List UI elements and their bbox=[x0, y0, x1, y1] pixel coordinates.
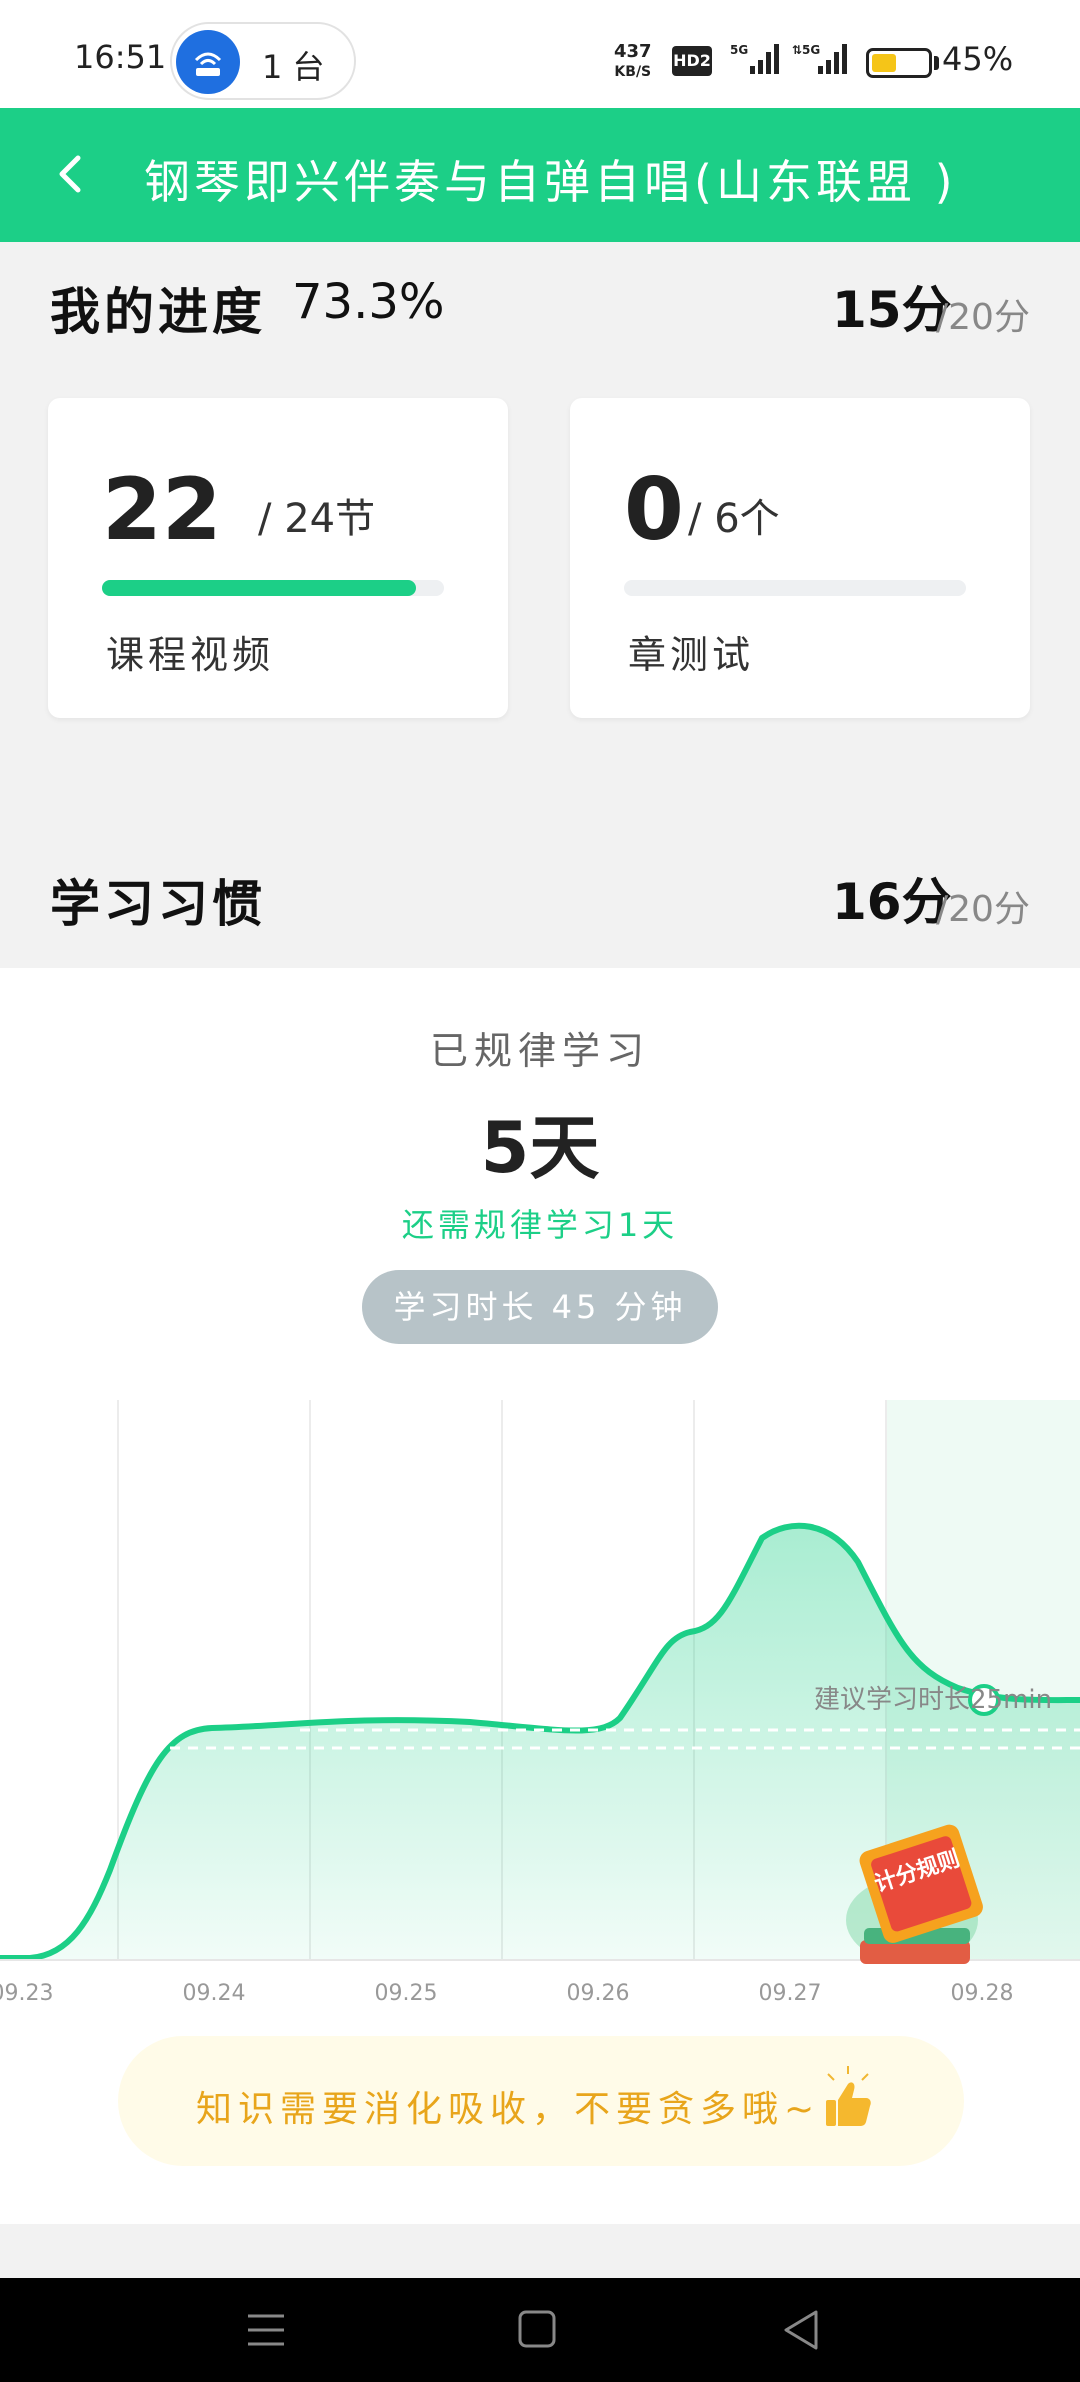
video-label: 课程视频 bbox=[106, 633, 275, 677]
page-title: 钢琴即兴伴奏与自弹自唱(山东联盟 ) bbox=[144, 155, 957, 209]
x-tick-0927: 09.27 bbox=[759, 1981, 822, 2006]
signal-5g-icon: 5G bbox=[730, 43, 779, 74]
need-more-text: 还需规律学习1天 bbox=[401, 1206, 679, 1244]
battery-tip bbox=[934, 56, 939, 70]
regular-days: 5天 bbox=[480, 1107, 600, 1189]
back-button[interactable] bbox=[36, 138, 108, 210]
tip-text: 知识需要消化吸收，不要贪多哦~ bbox=[196, 2089, 821, 2130]
router-icon bbox=[176, 30, 240, 94]
study-chart: 建议学习时长25min 09.23 09.24 09.25 09.26 09.2… bbox=[0, 1400, 1080, 2020]
x-tick-0923: 09.23 bbox=[0, 1981, 53, 2006]
video-progress-bar bbox=[102, 580, 444, 596]
net-speed: 437 KB/S bbox=[614, 42, 652, 82]
progress-title: 我的进度 bbox=[50, 283, 266, 341]
study-chart-svg: 建议学习时长25min 09.23 09.24 09.25 09.26 09.2… bbox=[0, 1400, 1080, 2006]
cast-pill[interactable]: 1 台 bbox=[170, 22, 356, 100]
regular-study-label: 已规律学习 bbox=[429, 1029, 650, 1073]
progress-score-total: /20分 bbox=[936, 297, 1030, 338]
menu-icon[interactable] bbox=[244, 2304, 288, 2356]
habit-score: 16分 bbox=[832, 873, 952, 931]
test-label: 章测试 bbox=[628, 633, 755, 677]
video-total: / 24节 bbox=[258, 496, 376, 542]
habit-title: 学习习惯 bbox=[50, 875, 266, 933]
system-nav-bar bbox=[0, 2278, 1080, 2382]
x-axis-labels: 09.23 09.24 09.25 09.26 09.27 09.28 bbox=[0, 1981, 1013, 2006]
chevron-left-icon bbox=[59, 155, 81, 193]
test-count: 0 bbox=[624, 460, 684, 560]
status-time: 16:51 bbox=[74, 38, 167, 76]
status-bar: 16:51 1 台 437 KB/S HD2 5G ⇅5G 45% bbox=[0, 0, 1080, 108]
chapter-test-card[interactable]: 0 / 6个 章测试 bbox=[570, 398, 1030, 718]
progress-score: 15分 bbox=[832, 281, 952, 339]
net-speed-value: 437 bbox=[614, 41, 652, 62]
suggest-label: 建议学习时长25min bbox=[814, 1685, 1052, 1715]
svg-text:⇅5G: ⇅5G bbox=[792, 43, 820, 57]
back-triangle-icon[interactable] bbox=[776, 2304, 828, 2356]
battery-percent: 45% bbox=[942, 40, 1014, 78]
battery-icon bbox=[866, 48, 932, 78]
tip-banner: 知识需要消化吸收，不要贪多哦~ bbox=[118, 2036, 964, 2166]
signal-5g-icon-2: ⇅5G bbox=[792, 43, 847, 74]
habit-score-total: /20分 bbox=[936, 889, 1030, 930]
video-progress-fill bbox=[102, 580, 416, 596]
x-tick-0925: 09.25 bbox=[375, 1981, 438, 2006]
study-duration-pill: 学习时长 45 分钟 bbox=[362, 1270, 718, 1344]
progress-percent: 73.3% bbox=[292, 274, 445, 330]
app-header: 钢琴即兴伴奏与自弹自唱(山东联盟 ) bbox=[0, 108, 1080, 242]
net-speed-unit: KB/S bbox=[614, 64, 652, 80]
x-tick-0924: 09.24 bbox=[183, 1981, 246, 2006]
cast-count: 1 台 bbox=[262, 48, 325, 86]
x-tick-0926: 09.26 bbox=[567, 1981, 630, 2006]
hd-icon: HD2 bbox=[672, 46, 712, 76]
video-count: 22 bbox=[102, 460, 222, 560]
test-total: / 6个 bbox=[688, 496, 780, 542]
thumbs-up-icon bbox=[826, 2066, 871, 2126]
test-progress-bar bbox=[624, 580, 966, 596]
svg-text:5G: 5G bbox=[730, 43, 748, 57]
video-progress-card[interactable]: 22 / 24节 课程视频 bbox=[48, 398, 508, 718]
home-icon[interactable] bbox=[512, 2304, 564, 2356]
x-tick-0928: 09.28 bbox=[951, 1981, 1014, 2006]
